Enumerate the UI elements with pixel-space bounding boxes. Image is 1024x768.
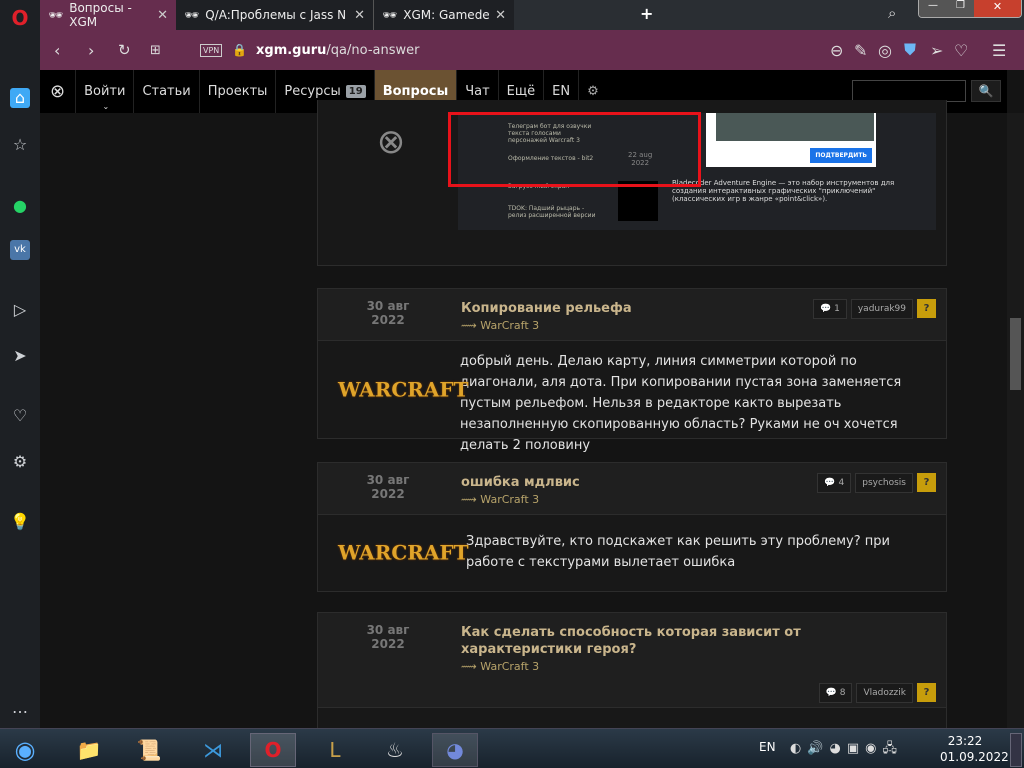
- tab-title: Q/A:Проблемы с Jass New: [205, 8, 346, 22]
- confirm-button[interactable]: ПОДТВЕРДИТЬ: [810, 148, 872, 163]
- incognito-icon: 🕶: [382, 8, 398, 22]
- lightbulb-icon[interactable]: 💡: [10, 512, 30, 532]
- scrollbar[interactable]: [1007, 113, 1024, 728]
- tab-title: XGM: Gamedev & Modmak: [403, 8, 490, 22]
- search-tabs-icon[interactable]: ⌕: [888, 4, 896, 22]
- question-category[interactable]: ⟿ WarCraft 3: [461, 660, 539, 673]
- question-title[interactable]: Как сделать способность которая зависит …: [461, 625, 801, 657]
- close-window-button[interactable]: ✕: [974, 0, 1021, 17]
- url-input[interactable]: xgm.guru/qa/no-answer: [236, 43, 419, 58]
- nav-projects[interactable]: Проекты: [200, 70, 277, 113]
- question-card: 30 авг 2022 ошибка мдлвис ⟿ WarCraft 3 💬 4…: [317, 462, 947, 592]
- send-icon[interactable]: ➢: [930, 41, 943, 60]
- player-icon[interactable]: ▷: [10, 300, 30, 320]
- reload-icon[interactable]: ↻: [118, 41, 131, 59]
- language-indicator[interactable]: EN: [759, 740, 776, 754]
- zoom-icon[interactable]: ⊖: [830, 41, 843, 60]
- question-card: 30 авг 2022 Копирование рельефа ⟿ WarCraft…: [317, 288, 947, 453]
- question-date: 30 авг 2022: [366, 299, 410, 327]
- address-bar: ‹ › ↻ ⊞ VPN 🔒 xgm.guru/qa/no-answer ⊖ ✎ …: [40, 30, 1024, 70]
- edit-icon[interactable]: ✎: [854, 41, 867, 60]
- comments-count[interactable]: 💬 1: [813, 299, 847, 319]
- incognito-icon: 🕶: [48, 8, 64, 22]
- whatsapp-icon[interactable]: ●: [10, 196, 30, 216]
- tab[interactable]: 🕶 XGM: Gamedev & Modmak ✕: [374, 0, 514, 30]
- easy-setup-icon[interactable]: ☰: [992, 41, 1006, 60]
- clock[interactable]: 23:22 01.09.2022: [940, 733, 1009, 765]
- question-title[interactable]: Копирование рельефа: [461, 301, 632, 316]
- star-icon[interactable]: ☆: [10, 135, 30, 155]
- vk-icon[interactable]: vk: [10, 240, 30, 260]
- question-title[interactable]: ошибка мдлвис: [461, 475, 580, 490]
- restore-button[interactable]: ❐: [947, 0, 974, 17]
- new-tab-icon[interactable]: +: [640, 4, 653, 23]
- league-icon[interactable]: L: [312, 733, 358, 767]
- close-tab-icon[interactable]: ✕: [157, 8, 168, 23]
- minimize-button[interactable]: —: [919, 0, 947, 17]
- nav-articles[interactable]: Статьи: [134, 70, 200, 113]
- camera-icon[interactable]: ◎: [878, 41, 892, 60]
- status-badge: ?: [917, 473, 936, 492]
- warcraft-logo: WARCRAFT: [338, 540, 469, 565]
- opera-taskbar-icon[interactable]: O: [250, 733, 296, 767]
- highlight-rectangle: [448, 112, 701, 187]
- question-category[interactable]: ⟿ WarCraft 3: [461, 493, 539, 506]
- resources-badge: 19: [345, 85, 366, 98]
- app-icon[interactable]: 📜: [126, 733, 172, 767]
- status-badge: ?: [917, 683, 936, 702]
- author-link[interactable]: yadurak99: [850, 299, 913, 319]
- embedded-desc: Bladecoder Adventure Engine — это набор …: [672, 179, 895, 203]
- more-icon[interactable]: …: [10, 698, 30, 718]
- discord-taskbar-icon[interactable]: ◕: [432, 733, 478, 767]
- question-body: добрый день. Делаю карту, линия симметри…: [460, 354, 902, 453]
- show-desktop-button[interactable]: [1010, 733, 1022, 767]
- tray-icons[interactable]: ◐🔊◕▣◉🖧: [790, 739, 903, 761]
- question-date: 30 авг 2022: [366, 473, 410, 501]
- feed-item: TDOK: Падший рыцарь - релиз расширенной …: [508, 205, 596, 219]
- question-date: 30 авг 2022: [366, 623, 410, 651]
- question-card: 30 авг 2022 Как сделать способность котор…: [317, 612, 947, 742]
- incognito-icon: 🕶: [184, 8, 200, 22]
- search-button[interactable]: 🔍: [971, 80, 1001, 102]
- send-icon[interactable]: ➤: [10, 346, 30, 366]
- comments-count[interactable]: 💬 8: [818, 683, 853, 703]
- tab-title: Вопросы - XGM: [69, 1, 132, 29]
- steam-icon[interactable]: ♨: [372, 733, 418, 767]
- vscode-icon[interactable]: ⋊: [190, 733, 236, 767]
- vpn-badge[interactable]: VPN: [200, 43, 223, 57]
- tab[interactable]: 🕶 Q/A:Проблемы с Jass New ✕: [176, 0, 374, 30]
- forward-icon[interactable]: ›: [88, 41, 94, 60]
- scrollbar-thumb[interactable]: [1010, 318, 1021, 390]
- author-link[interactable]: Vladozzik: [856, 683, 913, 703]
- warcraft-logo: WARCRAFT: [338, 377, 469, 401]
- search-input[interactable]: [852, 80, 966, 102]
- question-body: Здравствуйте, кто подскажет как решить э…: [466, 534, 890, 570]
- back-icon[interactable]: ‹: [54, 41, 60, 60]
- explorer-icon[interactable]: 📁: [66, 733, 112, 767]
- author-link[interactable]: psychosis: [855, 473, 913, 493]
- question-category[interactable]: ⟿ WarCraft 3: [461, 319, 539, 332]
- xgm-logo-icon[interactable]: ⊗: [40, 70, 77, 113]
- heart-icon[interactable]: ♡: [954, 41, 968, 60]
- home-icon[interactable]: ⌂: [10, 88, 30, 108]
- settings-icon[interactable]: ⚙: [10, 452, 30, 472]
- status-badge: ?: [917, 299, 936, 318]
- nav-login[interactable]: Войти ⌄: [76, 70, 135, 113]
- opera-logo-icon[interactable]: O: [10, 8, 30, 28]
- question-card-partial: ⊗ Телеграм бот для озвучки текста голоса…: [317, 100, 947, 266]
- shield-icon[interactable]: ⛊: [904, 40, 916, 60]
- author-avatar-icon: ⊗: [376, 122, 406, 162]
- close-tab-icon[interactable]: ✕: [354, 8, 365, 23]
- embedded-image: [618, 181, 658, 221]
- taskbar: ◉ 📁 📜 ⋊ O L ♨ ◕ EN ◐🔊◕▣◉🖧 23:22 01.09.202…: [0, 728, 1024, 768]
- speed-dial-icon[interactable]: ⊞: [150, 43, 161, 58]
- heart-icon[interactable]: ♡: [10, 406, 30, 426]
- start-button[interactable]: ◉: [2, 733, 48, 767]
- close-tab-icon[interactable]: ✕: [495, 8, 506, 23]
- comments-count[interactable]: 💬 4: [817, 473, 852, 493]
- opera-sidebar: O ⌂ ☆ ● vk ▷ ➤ ♡ ⚙ 💡 …: [0, 0, 40, 728]
- tab-bar: 🕶 Вопросы - XGM ✕ 🕶 Q/A:Проблемы с Jass New…: [40, 0, 1024, 30]
- tab-active[interactable]: 🕶 Вопросы - XGM ✕: [40, 0, 176, 30]
- captcha-popup: ПОДТВЕРДИТЬ: [706, 113, 876, 167]
